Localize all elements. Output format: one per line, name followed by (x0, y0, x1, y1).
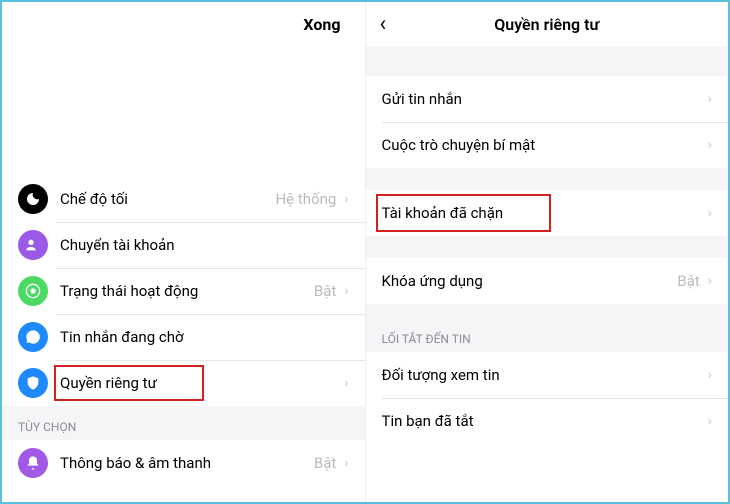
row-value: Bật (677, 272, 699, 290)
moon-icon (18, 184, 48, 214)
row-value: Hệ thống (275, 190, 336, 208)
chevron-right-icon: › (708, 367, 712, 383)
chevron-right-icon: › (708, 205, 712, 221)
chevron-right-icon: › (708, 91, 712, 107)
spacer (366, 236, 729, 258)
row-label: Thông báo & âm thanh (60, 454, 314, 472)
row-privacy[interactable]: Quyền riêng tư › (2, 360, 365, 406)
row-story-audience[interactable]: Đối tượng xem tin › (366, 352, 729, 398)
chevron-right-icon: › (344, 375, 348, 391)
message-icon (18, 322, 48, 352)
bell-icon (18, 448, 48, 478)
row-secret-conversations[interactable]: Cuộc trò chuyện bí mật › (366, 122, 729, 168)
chevron-right-icon: › (344, 191, 348, 207)
row-app-lock[interactable]: Khóa ứng dụng Bật › (366, 258, 729, 304)
chevron-right-icon: › (344, 283, 348, 299)
header-right: ‹ Quyền riêng tư (366, 2, 729, 46)
row-label: Quyền riêng tư (60, 374, 344, 392)
row-send-message[interactable]: Gửi tin nhắn › (366, 76, 729, 122)
section-options: TÙY CHỌN (2, 406, 365, 440)
active-status-icon (18, 276, 48, 306)
row-active-status[interactable]: Trạng thái hoạt động Bật › (2, 268, 365, 314)
row-label: Chuyển tài khoản (60, 236, 349, 254)
row-muted-stories[interactable]: Tin bạn đã tắt › (366, 398, 729, 444)
row-label: Gửi tin nhắn (382, 90, 708, 108)
chevron-right-icon: › (344, 455, 348, 471)
privacy-pane: ‹ Quyền riêng tư Gửi tin nhắn › Cuộc trò… (366, 2, 729, 502)
row-label: Tài khoản đã chặn (382, 204, 708, 222)
row-label: Tin nhắn đang chờ (60, 328, 349, 346)
row-label: Khóa ứng dụng (382, 272, 678, 290)
spacer (366, 168, 729, 190)
row-label: Đối tượng xem tin (382, 366, 708, 384)
row-label: Chế độ tối (60, 190, 275, 208)
row-message-requests[interactable]: Tin nhắn đang chờ (2, 314, 365, 360)
section-story-shortcuts: LỐI TẮT ĐẾN TIN (366, 304, 729, 352)
row-notifications[interactable]: Thông báo & âm thanh Bật › (2, 440, 365, 486)
spacer (2, 46, 365, 176)
page-title: Quyền riêng tư (494, 15, 599, 34)
row-label: Trạng thái hoạt động (60, 282, 314, 300)
chevron-right-icon: › (708, 137, 712, 153)
spacer (366, 46, 729, 76)
header-left: Xong (2, 2, 365, 46)
row-label: Tin bạn đã tắt (382, 412, 708, 430)
chevron-right-icon: › (708, 413, 712, 429)
back-icon[interactable]: ‹ (380, 12, 387, 37)
row-dark-mode[interactable]: Chế độ tối Hệ thống › (2, 176, 365, 222)
row-switch-account[interactable]: Chuyển tài khoản (2, 222, 365, 268)
row-value: Bật (314, 282, 336, 300)
switch-account-icon (18, 230, 48, 260)
done-button[interactable]: Xong (303, 15, 340, 34)
chevron-right-icon: › (708, 273, 712, 289)
row-value: Bật (314, 454, 336, 472)
row-label: Cuộc trò chuyện bí mật (382, 136, 708, 154)
shield-icon (18, 368, 48, 398)
row-blocked-accounts[interactable]: Tài khoản đã chặn › (366, 190, 729, 236)
settings-pane: Xong Chế độ tối Hệ thống › Chuyển tài kh… (2, 2, 366, 502)
